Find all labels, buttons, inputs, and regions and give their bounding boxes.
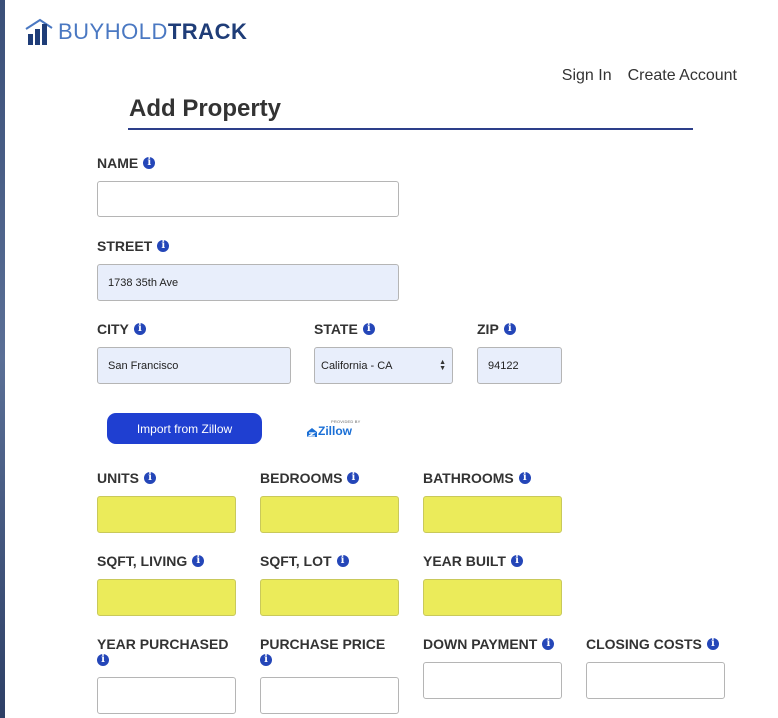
sqft-living-label: SQFT, LIVING i: [97, 553, 205, 569]
name-label-text: NAME: [97, 155, 139, 171]
brand-part-light: BUYHOLD: [58, 19, 168, 44]
bedrooms-field[interactable]: [260, 496, 399, 533]
units-field[interactable]: [97, 496, 236, 533]
state-label-text: STATE: [314, 321, 358, 337]
purchase-price-label-text: PURCHASE PRICE: [260, 636, 386, 652]
city-field[interactable]: San Francisco: [97, 347, 291, 384]
city-label: CITY i: [97, 321, 146, 337]
zip-field[interactable]: 94122: [477, 347, 562, 384]
info-icon[interactable]: i: [143, 157, 156, 169]
info-icon[interactable]: i: [518, 472, 531, 484]
bedrooms-label: BEDROOMS i: [260, 470, 360, 486]
updown-arrows-icon: ▲ ▼: [439, 358, 446, 372]
info-icon[interactable]: i: [336, 555, 349, 567]
bedrooms-label-text: BEDROOMS: [260, 470, 343, 486]
bathrooms-label: BATHROOMS i: [423, 470, 531, 486]
brand-part-bold: TRACK: [167, 19, 248, 44]
zillow-wordmark: Zillow: [318, 424, 352, 438]
city-label-text: CITY: [97, 321, 129, 337]
units-label: UNITS i: [97, 470, 156, 486]
info-icon[interactable]: i: [133, 323, 146, 335]
sign-in-link[interactable]: Sign In: [562, 67, 612, 85]
zillow-logo-icon: [306, 428, 317, 437]
closing-costs-label-text: CLOSING COSTS: [586, 636, 702, 652]
down-payment-label-text: DOWN PAYMENT: [423, 636, 538, 652]
zip-label-text: ZIP: [477, 321, 499, 337]
sqft-lot-label: SQFT, LOT i: [260, 553, 349, 569]
purchase-price-label: PURCHASE PRICE i: [260, 636, 385, 666]
year-purchased-field[interactable]: [97, 677, 236, 714]
state-select[interactable]: California - CA ▲ ▼: [314, 347, 453, 384]
page-title: Add Property: [129, 95, 282, 122]
info-icon[interactable]: i: [192, 555, 205, 567]
info-icon[interactable]: i: [347, 472, 360, 484]
year-purchased-label-text: YEAR PURCHASED: [97, 636, 229, 652]
info-icon[interactable]: i: [260, 654, 272, 666]
window-edge: [0, 0, 5, 718]
info-icon[interactable]: i: [510, 555, 523, 567]
info-icon[interactable]: i: [362, 323, 375, 335]
sqft-living-field[interactable]: [97, 579, 236, 616]
info-icon[interactable]: i: [706, 638, 719, 650]
zip-label: ZIP i: [477, 321, 516, 337]
street-label-text: STREET: [97, 238, 153, 254]
year-built-label: YEAR BUILT i: [423, 553, 523, 569]
street-field[interactable]: 1738 35th Ave: [97, 264, 399, 301]
top-nav: Sign In Create Account: [562, 67, 737, 85]
create-account-link[interactable]: Create Account: [628, 67, 737, 85]
brand-wordmark: BUYHOLDTRACK: [58, 21, 247, 43]
name-field[interactable]: [97, 181, 399, 217]
year-built-label-text: YEAR BUILT: [423, 553, 506, 569]
info-icon[interactable]: i: [97, 654, 109, 666]
closing-costs-field[interactable]: [586, 662, 725, 699]
purchase-price-field[interactable]: [260, 677, 399, 714]
state-select-value: California - CA: [321, 359, 393, 372]
info-icon[interactable]: i: [144, 472, 156, 484]
title-underline: [128, 128, 693, 130]
import-from-zillow-button[interactable]: Import from Zillow: [107, 413, 262, 444]
sqft-living-label-text: SQFT, LIVING: [97, 553, 188, 569]
zillow-badge[interactable]: PROVIDED BY Zillow: [305, 419, 361, 441]
bar-chart-house-icon: [25, 18, 53, 45]
year-built-field[interactable]: [423, 579, 562, 616]
closing-costs-label: CLOSING COSTS i: [586, 636, 719, 652]
name-label: NAME i: [97, 155, 156, 171]
year-purchased-label: YEAR PURCHASED i: [97, 636, 228, 666]
sqft-lot-field[interactable]: [260, 579, 399, 616]
info-icon[interactable]: i: [503, 323, 516, 335]
street-label: STREET i: [97, 238, 170, 254]
down-payment-field[interactable]: [423, 662, 562, 699]
units-label-text: UNITS: [97, 470, 139, 486]
sqft-lot-label-text: SQFT, LOT: [260, 553, 332, 569]
state-label: STATE i: [314, 321, 375, 337]
bathrooms-field[interactable]: [423, 496, 562, 533]
info-icon[interactable]: i: [157, 240, 170, 252]
bathrooms-label-text: BATHROOMS: [423, 470, 514, 486]
down-payment-label: DOWN PAYMENT i: [423, 636, 555, 652]
brand-logo[interactable]: BUYHOLDTRACK: [24, 17, 247, 47]
info-icon[interactable]: i: [542, 638, 555, 650]
